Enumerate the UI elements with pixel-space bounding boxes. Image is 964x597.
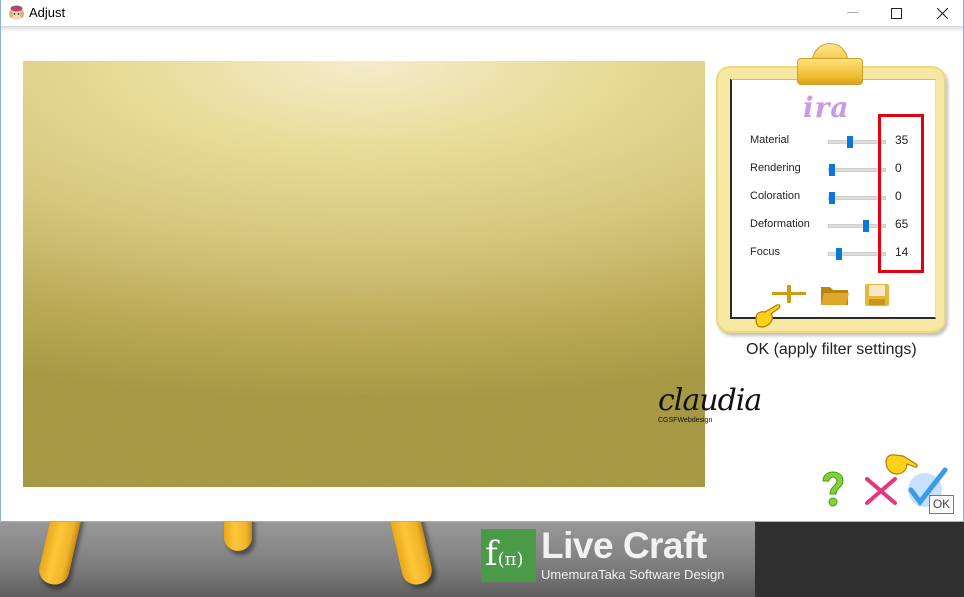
add-preset-icon[interactable] [772,285,806,303]
minimize-button[interactable] [829,0,875,26]
param-label-material: Material [750,134,790,146]
titlebar-shadow [1,26,963,32]
pointing-hand-icon-ok [885,454,918,475]
title-bar[interactable]: Adjust [1,0,963,26]
open-folder-icon[interactable] [820,284,850,306]
save-disk-icon[interactable] [864,283,890,307]
watermark-signature: claudia CGSFWebdesign [656,383,766,429]
maximize-icon [890,7,902,19]
param-label-deformation: Deformation [750,218,810,230]
param-label-rendering: Rendering [750,162,801,174]
status-caption: OK (apply filter settings) [746,341,917,358]
live-craft-logo: f(π) Live Craft UmemuraTaka Software Des… [481,525,752,582]
ok-tooltip: OK [929,495,954,514]
app-root: f(π) Live Craft UmemuraTaka Software Des… [0,0,964,597]
filter-preview-canvas[interactable] [23,61,705,487]
window-title: Adjust [29,5,66,20]
dark-background [755,520,964,597]
maximize-button[interactable] [873,0,919,26]
slider-thumb-deformation[interactable] [862,220,869,232]
logo-mark-f: f [485,534,498,574]
slider-thumb-rendering[interactable] [829,164,835,176]
values-highlight-box [878,114,924,273]
live-craft-subtitle: UmemuraTaka Software Design [541,567,725,582]
close-button[interactable] [919,0,964,26]
logo-mark-pi: (π) [497,549,524,570]
app-icon [9,5,24,20]
pointing-hand-icon [755,304,781,328]
signature-subtext: CGSFWebdesign [658,417,713,424]
slider-thumb-focus[interactable] [836,248,843,260]
clipboard-clip [797,43,863,85]
ira-logo: ira [803,91,850,124]
slider-thumb-coloration[interactable] [829,192,835,204]
live-craft-title: Live Craft [541,525,707,566]
minimize-icon [846,12,858,13]
help-button[interactable] [818,470,848,508]
signature-script: claudia [658,383,762,418]
param-label-coloration: Coloration [750,190,801,202]
param-label-focus: Focus [750,246,780,258]
close-icon [936,7,948,19]
cancel-button[interactable] [864,476,898,506]
clip-body [797,58,863,85]
live-craft-mark: f(π) [481,529,536,582]
slider-thumb-material[interactable] [847,136,854,148]
